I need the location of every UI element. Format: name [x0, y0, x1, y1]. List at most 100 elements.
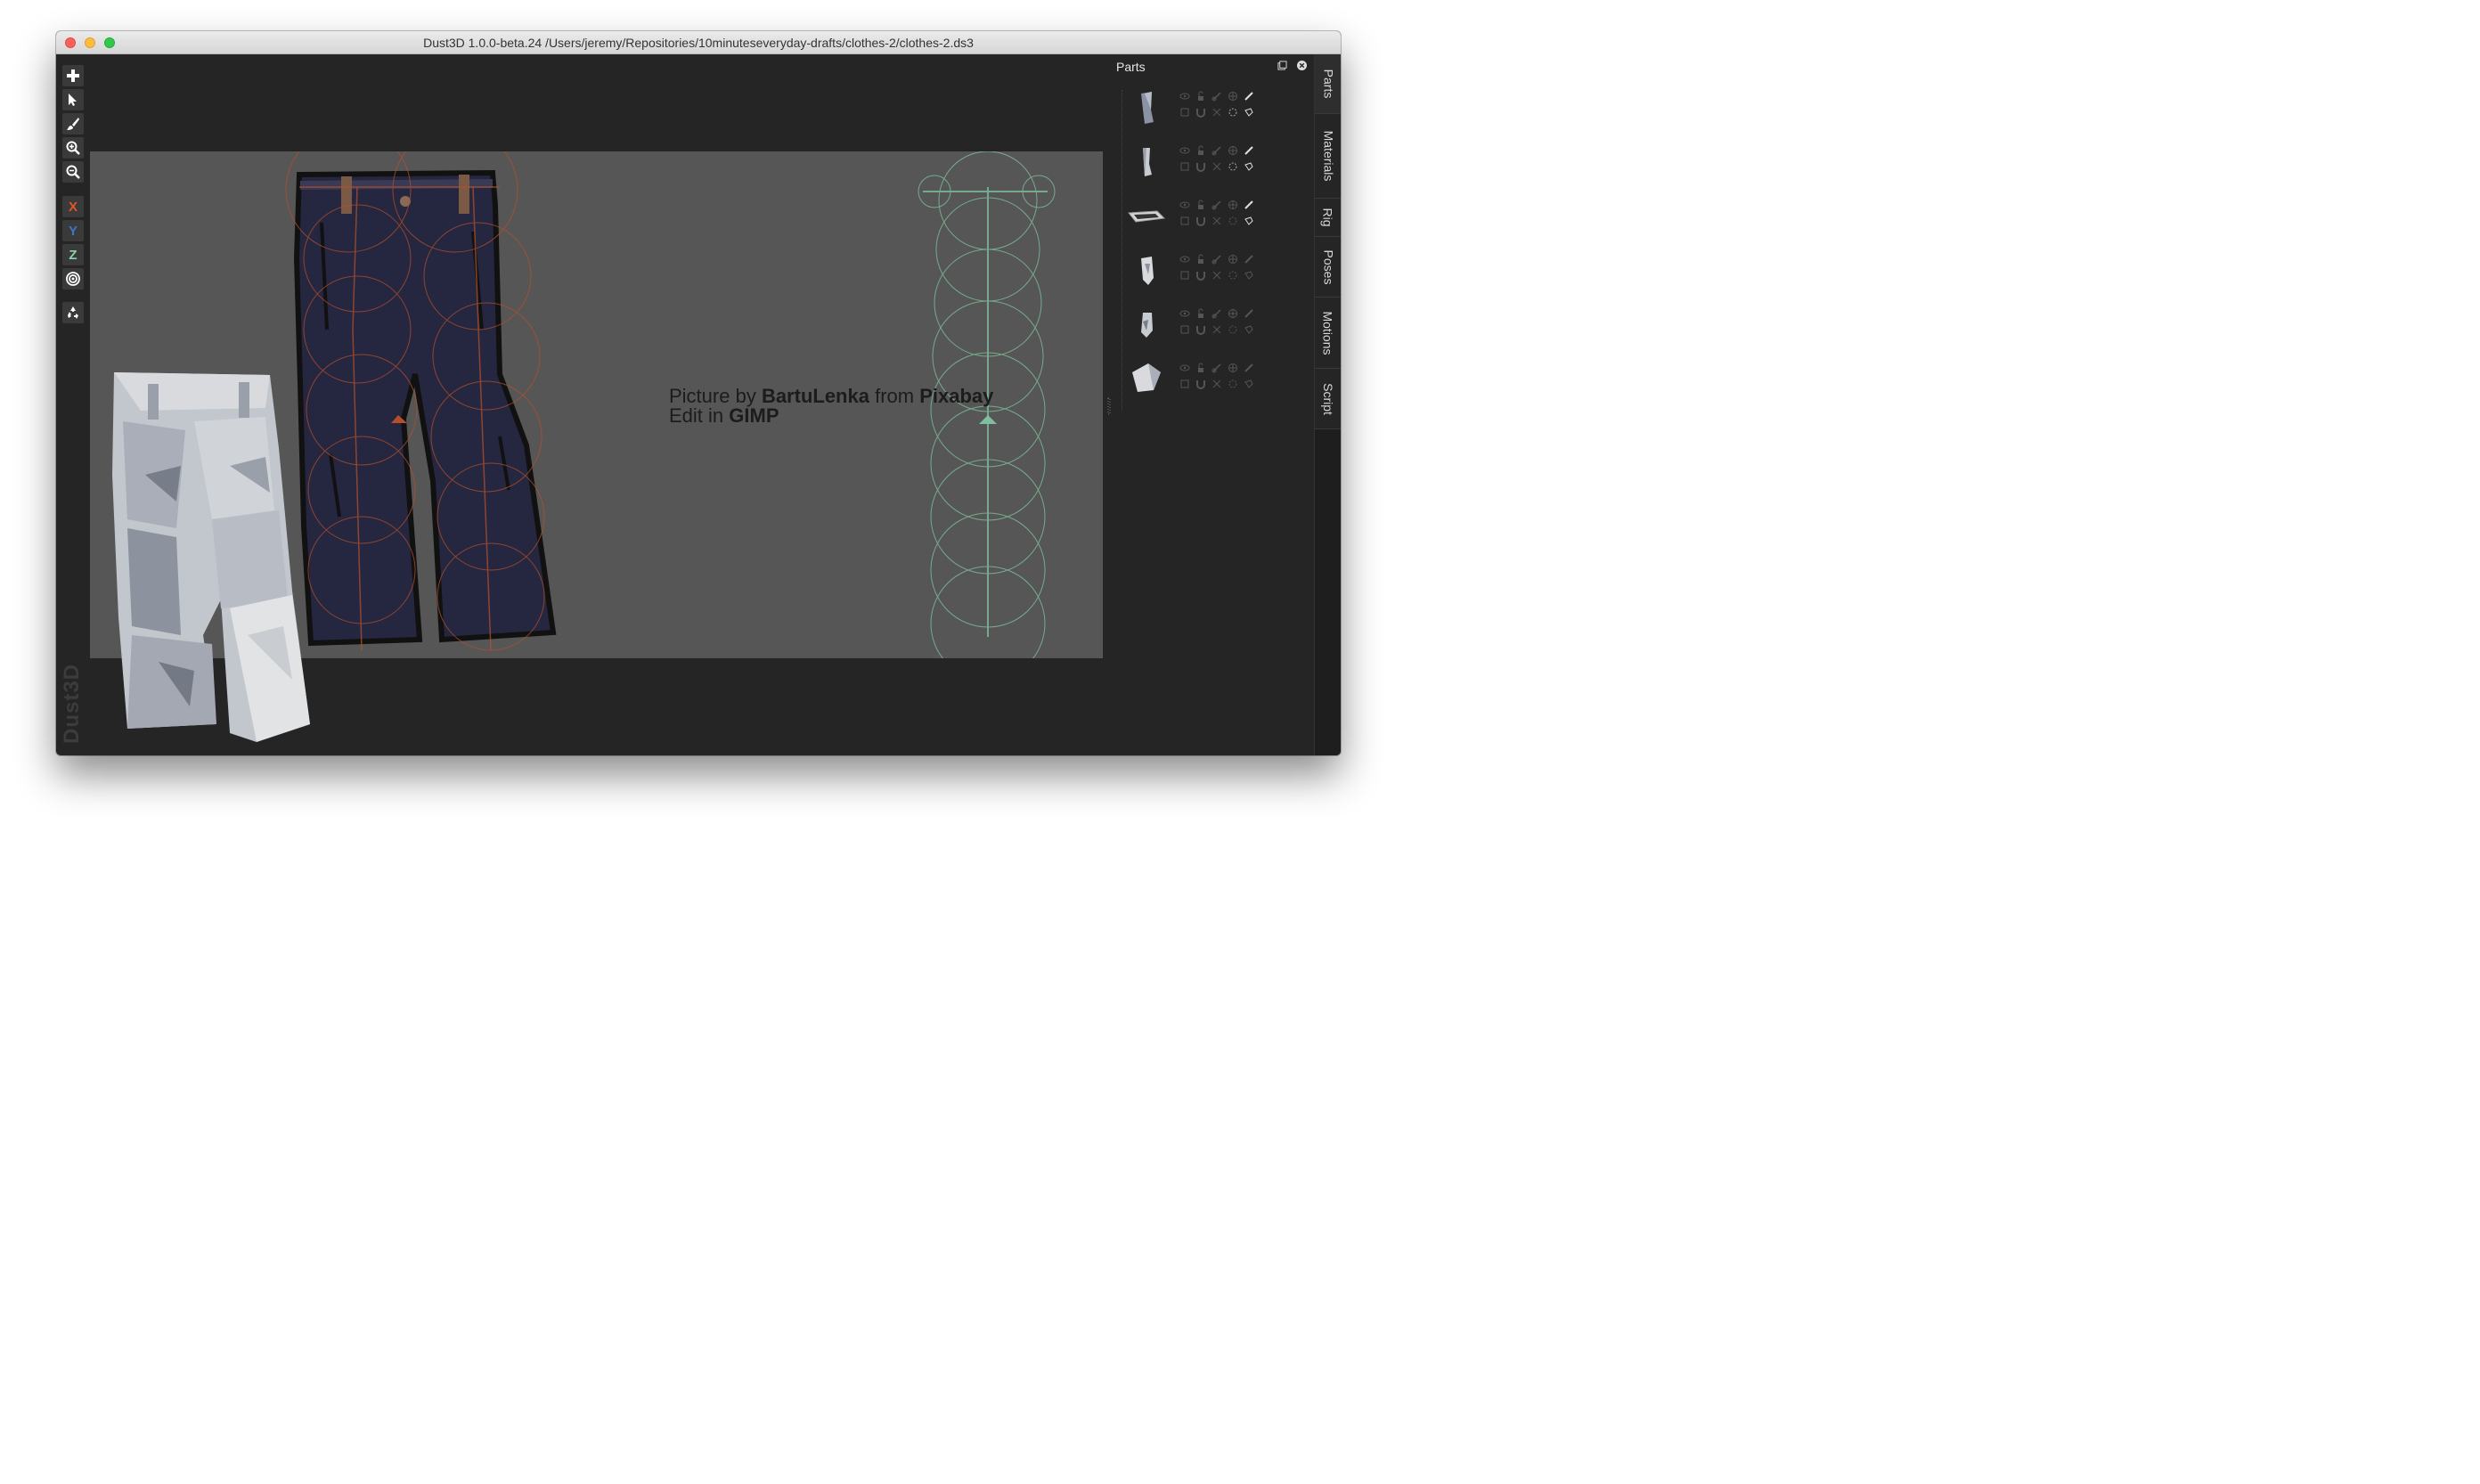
- lock-icon[interactable]: [1195, 144, 1207, 157]
- x-mirror-button[interactable]: X: [62, 196, 84, 217]
- color-picker-icon[interactable]: [1243, 144, 1255, 157]
- checkbox-icon[interactable]: [1179, 160, 1191, 173]
- zoom-in-button[interactable]: [62, 137, 84, 159]
- visibility-icon[interactable]: [1179, 144, 1191, 157]
- color-picker-icon[interactable]: [1243, 199, 1255, 211]
- magnet-icon[interactable]: [1195, 160, 1207, 173]
- color-picker-icon[interactable]: [1243, 362, 1255, 374]
- undock-panel-button[interactable]: [1277, 61, 1287, 71]
- link-icon[interactable]: [1211, 362, 1223, 374]
- radius-lock-button[interactable]: [62, 268, 84, 289]
- mesh-icon[interactable]: [1227, 144, 1239, 157]
- rotate-icon[interactable]: [1227, 215, 1239, 227]
- color-picker-icon[interactable]: [1243, 253, 1255, 265]
- y-mirror-button[interactable]: Y: [62, 220, 84, 241]
- checkbox-icon[interactable]: [1179, 269, 1191, 281]
- tab-rig[interactable]: Rig: [1315, 199, 1341, 237]
- hand-icon[interactable]: [1243, 215, 1255, 227]
- link-icon[interactable]: [1211, 307, 1223, 320]
- magnet-icon[interactable]: [1195, 269, 1207, 281]
- hand-icon[interactable]: [1243, 269, 1255, 281]
- title-bar[interactable]: Dust3D 1.0.0-beta.24 /Users/jeremy/Repos…: [56, 31, 1341, 54]
- checkbox-icon[interactable]: [1179, 323, 1191, 336]
- mesh-icon[interactable]: [1227, 199, 1239, 211]
- scissors-icon[interactable]: [1211, 106, 1223, 118]
- add-node-button[interactable]: [62, 65, 84, 86]
- magnet-icon[interactable]: [1195, 215, 1207, 227]
- z-mirror-button[interactable]: Z: [62, 244, 84, 265]
- select-tool-button[interactable]: [62, 89, 84, 110]
- paint-tool-button[interactable]: [62, 113, 84, 135]
- hand-icon[interactable]: [1243, 323, 1255, 336]
- mesh-icon[interactable]: [1227, 253, 1239, 265]
- part-item-6[interactable]: [1122, 355, 1264, 406]
- scissors-icon[interactable]: [1211, 378, 1223, 390]
- rotate-icon[interactable]: [1227, 378, 1239, 390]
- part-item-3[interactable]: [1122, 192, 1264, 243]
- magnet-icon[interactable]: [1195, 378, 1207, 390]
- rotate-icon[interactable]: [1227, 106, 1239, 118]
- part-item-5[interactable]: [1122, 300, 1264, 352]
- zoom-out-button[interactable]: [62, 161, 84, 183]
- lock-icon[interactable]: [1195, 90, 1207, 102]
- link-icon[interactable]: [1211, 253, 1223, 265]
- hand-icon[interactable]: [1243, 160, 1255, 173]
- parts-panel-title: Parts: [1116, 60, 1146, 74]
- link-icon[interactable]: [1211, 199, 1223, 211]
- scissors-icon[interactable]: [1211, 215, 1223, 227]
- 3d-model-preview[interactable]: [105, 368, 372, 755]
- tab-poses[interactable]: Poses: [1315, 237, 1341, 298]
- tab-parts[interactable]: Parts: [1315, 54, 1341, 114]
- regenerate-button[interactable]: [62, 302, 84, 323]
- checkbox-icon[interactable]: [1179, 106, 1191, 118]
- hand-icon[interactable]: [1243, 106, 1255, 118]
- checkbox-icon[interactable]: [1179, 378, 1191, 390]
- magnet-icon[interactable]: [1195, 106, 1207, 118]
- visibility-icon[interactable]: [1179, 199, 1191, 211]
- tab-script-label: Script: [1321, 382, 1336, 415]
- scissors-icon[interactable]: [1211, 160, 1223, 173]
- lock-icon[interactable]: [1195, 199, 1207, 211]
- tab-materials[interactable]: Materials: [1315, 114, 1341, 199]
- part-controls: [1179, 88, 1264, 120]
- part-item-1[interactable]: [1122, 83, 1264, 135]
- part-controls: [1179, 197, 1264, 229]
- close-panel-button[interactable]: [1296, 61, 1307, 71]
- checkbox-icon[interactable]: [1179, 215, 1191, 227]
- lock-icon[interactable]: [1195, 253, 1207, 265]
- scissors-icon[interactable]: [1211, 269, 1223, 281]
- tab-motions-label: Motions: [1321, 310, 1335, 355]
- panel-splitter-handle[interactable]: [1107, 396, 1111, 416]
- tab-script[interactable]: Script: [1315, 369, 1341, 429]
- rotate-icon[interactable]: [1227, 160, 1239, 173]
- part-item-2[interactable]: [1122, 137, 1264, 189]
- cursor-icon: [69, 94, 77, 106]
- visibility-icon[interactable]: [1179, 307, 1191, 320]
- mesh-icon[interactable]: [1227, 90, 1239, 102]
- mesh-icon[interactable]: [1227, 362, 1239, 374]
- mesh-icon[interactable]: [1227, 307, 1239, 320]
- scissors-icon[interactable]: [1211, 323, 1223, 336]
- link-icon[interactable]: [1211, 90, 1223, 102]
- hand-icon[interactable]: [1243, 378, 1255, 390]
- color-picker-icon[interactable]: [1243, 90, 1255, 102]
- rotate-icon[interactable]: [1227, 323, 1239, 336]
- side-tabs: Parts Materials Rig Poses Motions Script: [1314, 54, 1341, 755]
- lock-icon[interactable]: [1195, 307, 1207, 320]
- close-window-button[interactable]: [65, 37, 76, 48]
- visibility-icon[interactable]: [1179, 362, 1191, 374]
- credit-tool: GIMP: [729, 404, 779, 427]
- rotate-icon[interactable]: [1227, 269, 1239, 281]
- lock-icon[interactable]: [1195, 362, 1207, 374]
- part-thumbnail: [1143, 148, 1152, 176]
- color-picker-icon[interactable]: [1243, 307, 1255, 320]
- part-item-4[interactable]: [1122, 246, 1264, 298]
- parts-panel: Parts: [1109, 54, 1314, 755]
- magnet-icon[interactable]: [1195, 323, 1207, 336]
- minimize-window-button[interactable]: [85, 37, 95, 48]
- visibility-icon[interactable]: [1179, 253, 1191, 265]
- maximize-window-button[interactable]: [104, 37, 115, 48]
- visibility-icon[interactable]: [1179, 90, 1191, 102]
- tab-motions[interactable]: Motions: [1315, 298, 1341, 369]
- link-icon[interactable]: [1211, 144, 1223, 157]
